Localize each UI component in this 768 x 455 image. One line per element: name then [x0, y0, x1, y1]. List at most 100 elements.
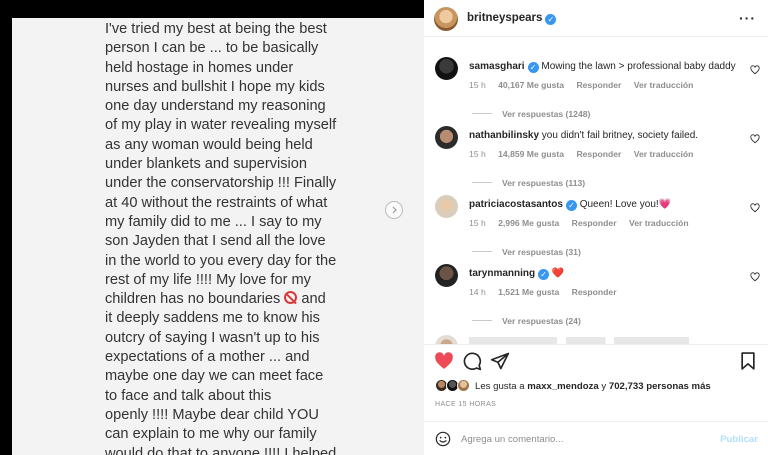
action-bar [424, 344, 768, 376]
author-avatar[interactable] [434, 7, 458, 31]
comment-username[interactable]: patriciacostasantos [469, 199, 563, 210]
comment-text-line: patriciacostasantos ✓ Queen! Love you!💗 [469, 198, 739, 211]
post-line: my family did to me ... I say to my [105, 213, 322, 230]
post-line: would do that to anyone !!!! I helped [105, 445, 337, 455]
emoji-icon[interactable] [435, 431, 451, 447]
post-image[interactable]: I've tried my best at being the best per… [12, 18, 424, 455]
post-line: children has no boundaries and [105, 290, 405, 309]
comment-text-cutoff [469, 337, 689, 344]
comment-username[interactable]: tarynmanning [469, 268, 535, 279]
post-line: nurses and bullshit I hope my kids [105, 78, 325, 95]
likes-row: Les gusta a maxx_mendoza y 702,733 perso… [424, 376, 768, 396]
post-line: of my play in water revealing myself [105, 117, 337, 134]
translate-button[interactable]: Ver traducción [634, 80, 694, 90]
comment-avatar[interactable] [435, 335, 458, 344]
heart-outline-icon[interactable] [750, 272, 760, 282]
comment-username[interactable]: samasghari [469, 61, 525, 72]
post-line: at 40 without the restraints of what [105, 194, 328, 211]
comment-item-partial [424, 335, 768, 344]
verified-badge-icon: ✓ [527, 62, 539, 73]
heart-emoji: ❤️ [551, 268, 565, 279]
comment-body: Mowing the lawn > professional baby dadd… [541, 61, 736, 72]
comment-avatar[interactable] [435, 264, 458, 287]
liker-avatar[interactable] [457, 379, 470, 392]
comment-meta: 14 h 1,521 Me gusta Responder [469, 287, 627, 297]
heart-outline-icon[interactable] [750, 134, 760, 144]
post-line: held hostage in homes under [105, 59, 294, 76]
post-line: under blankets and supervision [105, 156, 308, 173]
post-line: maybe one day we can meet face [105, 368, 324, 385]
comment-avatar[interactable] [435, 195, 458, 218]
comment-meta: 15 h 2,996 Me gusta Responder Ver traduc… [469, 218, 699, 228]
post-line-text: children has no boundaries [105, 291, 281, 308]
post-line: as any woman would being held [105, 136, 313, 153]
post-line: outcry of saying I wasn't up to his [105, 329, 320, 346]
view-replies-button[interactable]: Ver respuestas (24) [472, 316, 581, 326]
view-replies-button[interactable]: Ver respuestas (1248) [472, 109, 590, 119]
comment-username[interactable]: nathanbilinsky [469, 130, 539, 141]
reply-button[interactable]: Responder [572, 287, 617, 297]
comment-likes[interactable]: 40,167 Me gusta [498, 80, 564, 90]
image-left-border [0, 0, 12, 455]
comment-avatar[interactable] [435, 57, 458, 80]
reply-button[interactable]: Responder [576, 149, 621, 159]
comment-likes[interactable]: 2,996 Me gusta [498, 218, 559, 228]
post-line: rest of my life !!!! My love for my [105, 271, 311, 288]
comment-time[interactable]: 15 h [469, 149, 486, 159]
comment-text-line: tarynmanning ✓ ❤️ [469, 267, 739, 280]
heart-outline-icon[interactable] [750, 65, 760, 75]
add-comment-bar: Publicar [424, 421, 768, 455]
bookmark-icon[interactable] [738, 351, 758, 371]
verified-badge-icon: ✓ [545, 14, 557, 25]
comment-time[interactable]: 15 h [469, 218, 486, 228]
comment-likes[interactable]: 14,859 Me gusta [498, 149, 564, 159]
comment-input[interactable] [461, 430, 701, 448]
likes-count[interactable]: 702,733 personas más [609, 381, 711, 392]
reply-button[interactable]: Responder [576, 80, 621, 90]
comment-body: Queen! Love you! [579, 199, 659, 210]
liker-username[interactable]: maxx_mendoza [527, 381, 598, 392]
publish-button[interactable]: Publicar [720, 434, 758, 445]
post-line: under the conservatorship !!! Finally [105, 175, 337, 192]
likes-conjunction: y [601, 381, 607, 392]
post-line: it deeply saddens me to know his [105, 310, 320, 327]
post-timestamp[interactable]: HACE 15 HORAS [435, 401, 496, 408]
post-line: person I can be ... to be basically [105, 40, 319, 57]
heart-filled-icon[interactable] [434, 351, 454, 371]
comment-icon[interactable] [462, 351, 482, 371]
comment-avatar[interactable] [435, 126, 458, 149]
next-slide-button[interactable] [385, 201, 403, 219]
author-username-text: britneyspears [467, 12, 543, 24]
prohibited-icon [284, 291, 298, 305]
view-replies-button[interactable]: Ver respuestas (113) [472, 178, 585, 188]
comment-body: you didn't fail britney, society failed. [541, 130, 699, 141]
heart-outline-icon[interactable] [750, 203, 760, 213]
view-replies-button[interactable]: Ver respuestas (31) [472, 247, 581, 257]
translate-button[interactable]: Ver traducción [629, 218, 689, 228]
more-options-icon[interactable]: ··· [739, 10, 756, 26]
comment-text-line: nathanbilinsky you didn't fail britney, … [469, 129, 739, 142]
reply-button[interactable]: Responder [572, 218, 617, 228]
post-sidebar: britneyspears ✓ ··· samasghari ✓ Mowing th… [424, 0, 768, 455]
comments-list[interactable]: samasghari ✓ Mowing the lawn > profession… [424, 38, 768, 344]
likes-summary[interactable]: Les gusta a maxx_mendoza y 702,733 perso… [475, 381, 711, 392]
translate-button[interactable]: Ver traducción [634, 149, 694, 159]
share-icon[interactable] [490, 351, 510, 371]
comment-text-line: samasghari ✓ Mowing the lawn > profession… [469, 60, 739, 73]
image-top-border [0, 0, 424, 18]
comment-time[interactable]: 14 h [469, 287, 486, 297]
likes-prefix: Les gusta a [475, 381, 525, 392]
comment-meta: 15 h 40,167 Me gusta Responder Ver tradu… [469, 80, 703, 90]
verified-badge-icon: ✓ [565, 200, 577, 211]
post-line: one day understand my reasoning [105, 98, 326, 115]
post-line: expectations of a mother ... and [105, 349, 310, 366]
comment-likes[interactable]: 1,521 Me gusta [498, 287, 559, 297]
author-username[interactable]: britneyspears ✓ [467, 12, 557, 25]
heart-emoji: 💗 [658, 199, 672, 210]
post-line: in the world to you every day for the [105, 252, 337, 269]
post-line: to face and talk about this [105, 387, 272, 404]
post-line: can explain to me why our family [105, 426, 317, 443]
post-text-image: I've tried my best at being the best per… [105, 20, 405, 455]
post-line: I've tried my best at being the best [105, 21, 327, 37]
comment-time[interactable]: 15 h [469, 80, 486, 90]
